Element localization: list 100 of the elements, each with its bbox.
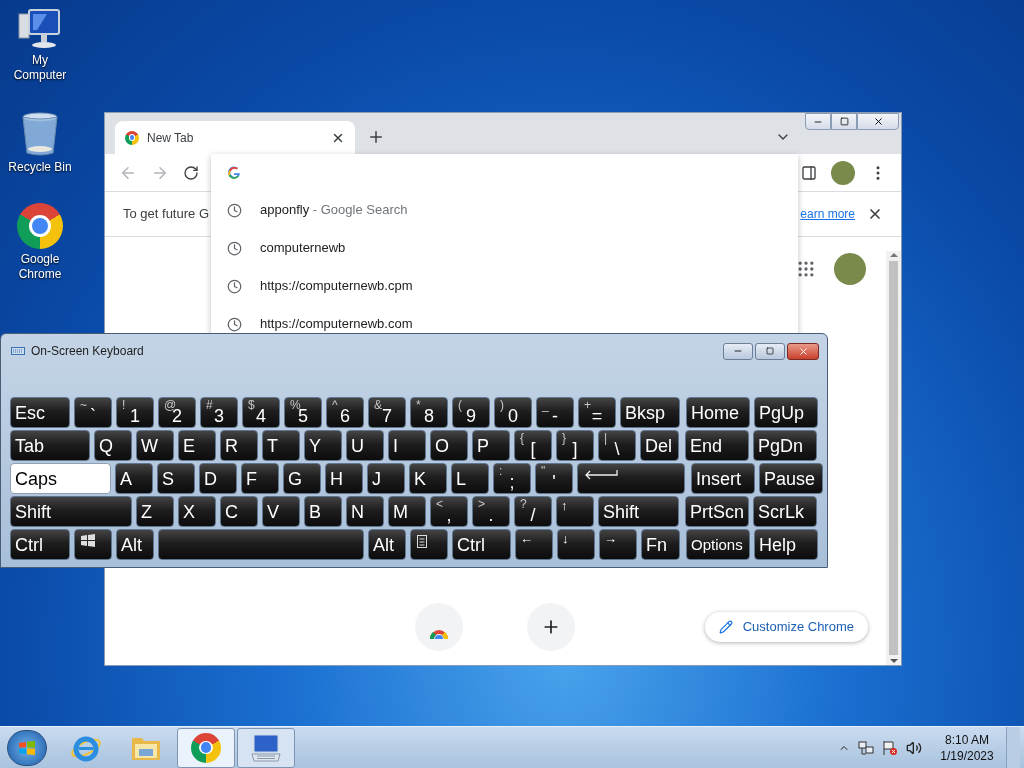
keyboard-key[interactable]: " ' xyxy=(535,463,573,494)
avatar-photo[interactable] xyxy=(831,160,855,185)
keyboard-key[interactable]: Esc xyxy=(10,397,70,428)
keyboard-key[interactable]: S xyxy=(157,463,195,494)
keyboard-key[interactable]: A xyxy=(115,463,153,494)
keyboard-key[interactable]: G xyxy=(283,463,321,494)
keyboard-key[interactable]: $4 xyxy=(242,397,280,428)
keyboard-key[interactable]: ↓ xyxy=(557,529,595,560)
keyboard-key[interactable]: { [ xyxy=(514,430,552,461)
keyboard-key[interactable] xyxy=(410,529,448,560)
taskbar-app-button[interactable] xyxy=(177,727,235,768)
keyboard-key[interactable]: Pause xyxy=(759,463,823,494)
keyboard-key[interactable]: | \ xyxy=(598,430,636,461)
keyboard-key[interactable]: } ] xyxy=(556,430,594,461)
keyboard-key[interactable]: D xyxy=(199,463,237,494)
new-tab-icon[interactable] xyxy=(367,128,385,146)
maximize-button[interactable] xyxy=(755,342,785,360)
keyboard-key[interactable]: PgUp xyxy=(754,397,818,428)
keyboard-key[interactable]: R xyxy=(220,430,258,461)
keyboard-key[interactable]: T xyxy=(262,430,300,461)
clock[interactable]: 8:10 AM 1/19/2023 xyxy=(936,731,998,764)
keyboard-key[interactable]: Ctrl xyxy=(10,529,70,560)
keyboard-key[interactable]: Shift xyxy=(598,496,679,527)
keyboard-key[interactable]: ) 0 xyxy=(494,397,532,428)
keyboard-key[interactable]: Q xyxy=(94,430,132,461)
keyboard-key[interactable]: Z xyxy=(136,496,174,527)
keyboard-key[interactable]: End xyxy=(685,430,749,461)
keyboard-key[interactable]: W xyxy=(136,430,174,461)
keyboard-key[interactable]: ↑ xyxy=(556,496,594,527)
suggestion-item[interactable]: apponfly - Google Search xyxy=(211,191,798,229)
keyboard-key[interactable]: ( 9 xyxy=(452,397,490,428)
keyboard-key[interactable]: C xyxy=(220,496,258,527)
keyboard-key[interactable]: Insert xyxy=(691,463,755,494)
keyboard-key[interactable]: I xyxy=(388,430,426,461)
keyboard-key[interactable]: Home xyxy=(686,397,750,428)
keyboard-key[interactable]: E xyxy=(178,430,216,461)
desktop-icon-label[interactable]: Recycle Bin xyxy=(5,160,75,175)
suggestion-item[interactable]: computernewb xyxy=(211,229,798,267)
keyboard-key[interactable]: Shift xyxy=(10,496,132,527)
keyboard-key[interactable]: Caps xyxy=(10,463,111,494)
keyboard-key[interactable]: Y xyxy=(304,430,342,461)
shortcut-tile[interactable] xyxy=(415,603,463,651)
learn-more-link[interactable]: earn more xyxy=(800,205,855,223)
keyboard-key[interactable]: Help xyxy=(754,529,818,560)
keyboard-key[interactable] xyxy=(577,463,685,494)
taskbar-app-button[interactable] xyxy=(237,727,295,768)
keyboard-key[interactable]: Del xyxy=(640,430,679,461)
close-button[interactable] xyxy=(787,342,819,360)
keyboard-key[interactable]: Bksp xyxy=(620,397,680,428)
keyboard-key[interactable]: Options xyxy=(686,529,750,560)
volume-icon[interactable] xyxy=(906,739,922,756)
close-icon[interactable] xyxy=(867,206,883,222)
network-icon[interactable] xyxy=(858,739,874,756)
keyboard-key[interactable]: M xyxy=(388,496,426,527)
scrollbar[interactable] xyxy=(886,251,901,665)
side-panel-icon[interactable] xyxy=(801,164,817,181)
keyboard-key[interactable]: ~ ` xyxy=(74,397,112,428)
keyboard-key[interactable]: > . xyxy=(472,496,510,527)
keyboard-key[interactable]: < , xyxy=(430,496,468,527)
keyboard-key[interactable]: N xyxy=(346,496,384,527)
suggestion-item[interactable]: https://computernewb.cpm xyxy=(211,267,798,305)
keyboard-key[interactable]: J xyxy=(367,463,405,494)
maximize-button[interactable] xyxy=(831,113,857,130)
minimize-button[interactable] xyxy=(723,342,753,360)
keyboard-key[interactable]: Alt xyxy=(116,529,154,560)
keyboard-key[interactable]: Ctrl xyxy=(452,529,511,560)
keyboard-key[interactable]: X xyxy=(178,496,216,527)
browser-tab[interactable]: New Tab xyxy=(115,121,355,154)
minimize-button[interactable] xyxy=(805,113,831,130)
keyboard-key[interactable]: F xyxy=(241,463,279,494)
keyboard-key[interactable]: U xyxy=(346,430,384,461)
keyboard-key[interactable] xyxy=(74,529,112,560)
keyboard-key[interactable]: ! 1 xyxy=(116,397,154,428)
keyboard-key[interactable]: * 8 xyxy=(410,397,448,428)
add-shortcut-button[interactable] xyxy=(527,603,575,651)
keyboard-key[interactable]: += xyxy=(578,397,616,428)
reload-icon[interactable] xyxy=(183,164,199,181)
keyboard-key[interactable]: K xyxy=(409,463,447,494)
keyboard-key[interactable]: V xyxy=(262,496,300,527)
avatar-photo[interactable] xyxy=(834,253,866,285)
keyboard-key[interactable]: _ - xyxy=(536,397,574,428)
keyboard-key[interactable]: Alt xyxy=(368,529,406,560)
keyboard-key[interactable]: ^6 xyxy=(326,397,364,428)
keyboard-key[interactable]: → xyxy=(599,529,637,560)
keyboard-key[interactable]: L xyxy=(451,463,489,494)
keyboard-key[interactable]: Fn xyxy=(641,529,680,560)
keyboard-key[interactable]: H xyxy=(325,463,363,494)
keyboard-key[interactable]: #3 xyxy=(200,397,238,428)
desktop-icon-label[interactable]: Google Chrome xyxy=(5,252,75,282)
flag-warning-icon[interactable] xyxy=(882,739,898,756)
keyboard-key[interactable]: ← xyxy=(515,529,553,560)
keyboard-key[interactable]: B xyxy=(304,496,342,527)
keyboard-key[interactable]: PgDn xyxy=(753,430,817,461)
customize-chrome-button[interactable]: Customize Chrome xyxy=(704,612,868,642)
keyboard-key[interactable]: &7 xyxy=(368,397,406,428)
keyboard-key[interactable]: %5 xyxy=(284,397,322,428)
keyboard-key[interactable]: : ; xyxy=(493,463,531,494)
keyboard-key[interactable]: ? / xyxy=(514,496,552,527)
desktop-icon-label[interactable]: My Computer xyxy=(5,53,75,83)
keyboard-key[interactable]: ScrLk xyxy=(753,496,817,527)
